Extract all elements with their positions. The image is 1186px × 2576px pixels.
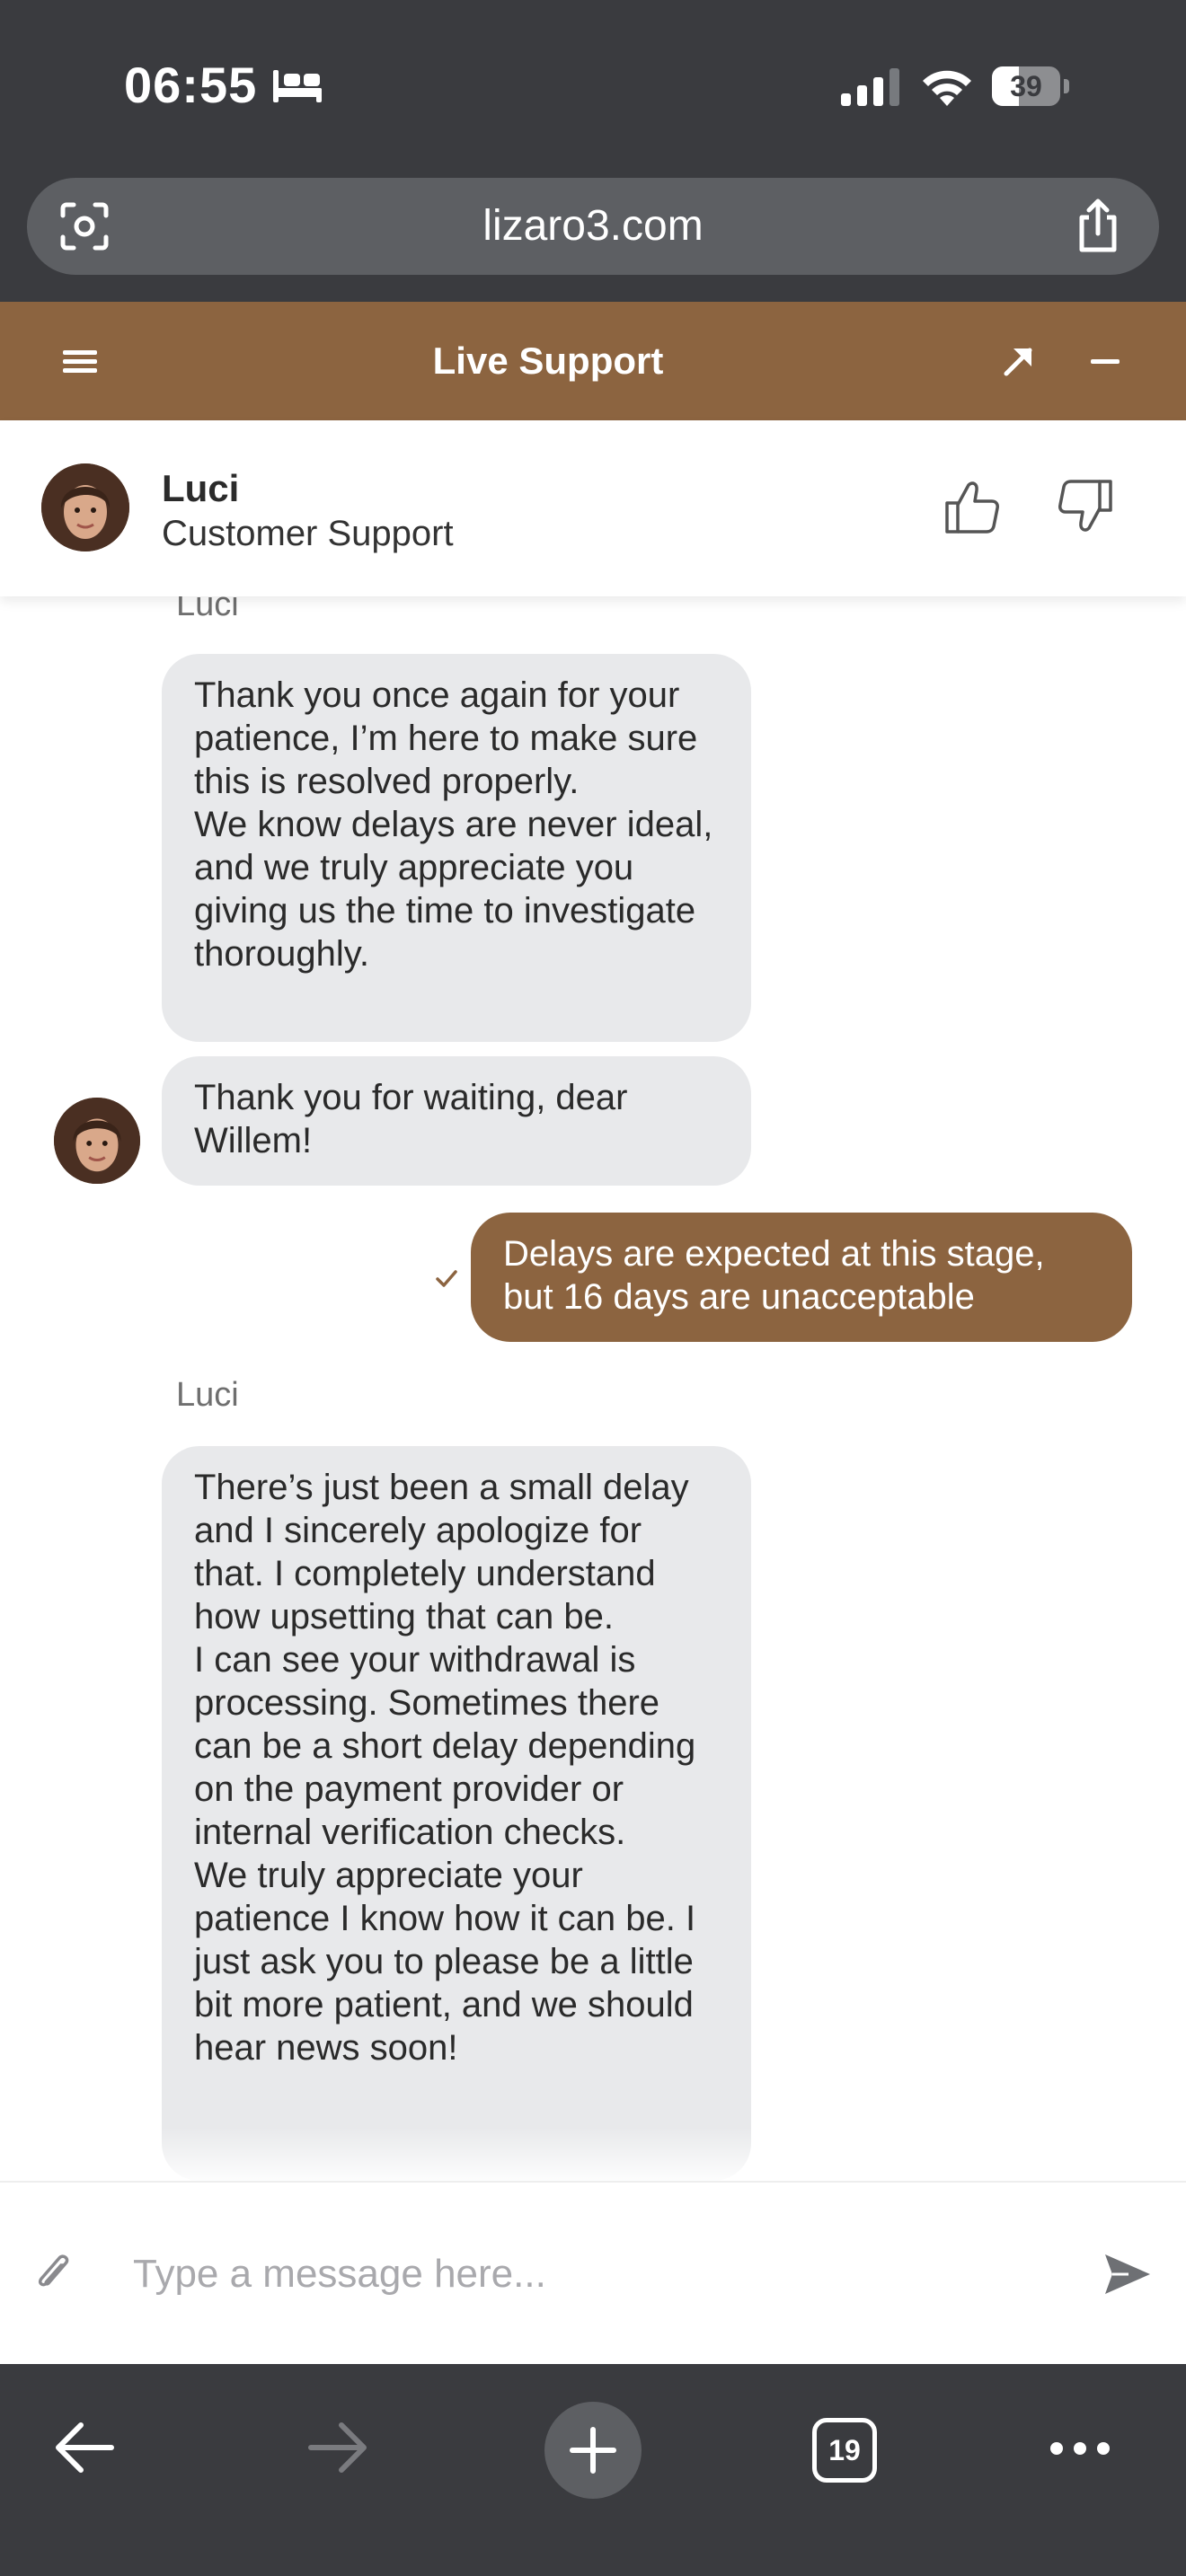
url-text[interactable]: lizaro3.com bbox=[27, 178, 1159, 275]
agent-info-bar: Luci Customer Support bbox=[0, 420, 1186, 596]
thumbs-down-icon[interactable] bbox=[1057, 478, 1114, 535]
agent-message-avatar bbox=[54, 1098, 140, 1184]
agent-message: Thank you for waiting, dear Willem! bbox=[162, 1056, 751, 1186]
battery-icon: 39 bbox=[992, 66, 1073, 106]
agent-name: Luci bbox=[162, 467, 240, 509]
sender-label: Luci bbox=[176, 1376, 239, 1414]
scroll-fade bbox=[0, 2127, 1186, 2181]
user-message: Delays are expected at this stage, but 1… bbox=[471, 1213, 1132, 1342]
status-bar: 06:55 39 bbox=[0, 0, 1186, 171]
plus-icon bbox=[570, 2427, 616, 2474]
chat-title: Live Support bbox=[432, 340, 664, 382]
message-input[interactable] bbox=[133, 2229, 1058, 2319]
agent-message: There’s just been a small delay and I si… bbox=[162, 1446, 751, 2181]
sent-check-icon bbox=[436, 1270, 457, 1287]
address-bar[interactable]: lizaro3.com bbox=[27, 178, 1159, 275]
paperclip-icon[interactable] bbox=[32, 2247, 75, 2298]
more-icon[interactable] bbox=[1048, 2439, 1112, 2457]
browser-toolbar: 19 bbox=[0, 2364, 1186, 2576]
expand-icon[interactable] bbox=[999, 341, 1039, 381]
agent-role: Customer Support bbox=[162, 514, 454, 553]
forward-arrow-icon[interactable] bbox=[305, 2420, 370, 2475]
signal-icon bbox=[841, 68, 899, 106]
bed-icon bbox=[273, 70, 322, 102]
new-tab-button[interactable] bbox=[544, 2402, 642, 2499]
share-icon[interactable] bbox=[1073, 198, 1123, 253]
agent-message: Thank you once again for your patience, … bbox=[162, 654, 751, 1042]
message-list[interactable]: Luci Thank you once again for your patie… bbox=[0, 596, 1186, 2181]
agent-avatar bbox=[41, 463, 129, 551]
thumbs-up-icon[interactable] bbox=[943, 478, 1001, 535]
message-composer bbox=[0, 2181, 1186, 2364]
minimize-icon[interactable] bbox=[1087, 341, 1123, 381]
tabs-icon[interactable]: 19 bbox=[812, 2418, 877, 2483]
battery-percentage: 39 bbox=[1010, 70, 1042, 102]
send-icon[interactable] bbox=[1102, 2251, 1152, 2298]
wifi-icon bbox=[923, 70, 971, 106]
chat-header: Live Support bbox=[0, 302, 1186, 420]
status-time: 06:55 bbox=[124, 57, 258, 113]
back-arrow-icon[interactable] bbox=[52, 2420, 117, 2475]
sender-label: Luci bbox=[176, 596, 239, 623]
